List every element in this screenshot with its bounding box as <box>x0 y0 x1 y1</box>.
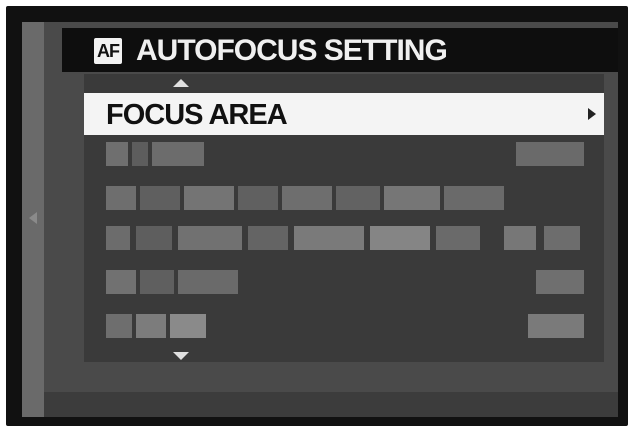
blurred-block <box>106 314 132 338</box>
triangle-up-icon[interactable] <box>173 79 189 87</box>
menu-item-label: FOCUS AREA <box>106 99 288 131</box>
blurred-block <box>248 226 288 250</box>
af-badge-icon: AF <box>94 38 122 64</box>
blurred-block <box>106 142 128 166</box>
blurred-block <box>170 314 206 338</box>
blurred-menu-item[interactable] <box>92 222 592 254</box>
chevron-right-icon <box>588 108 596 120</box>
blurred-block <box>282 186 332 210</box>
triangle-down-icon[interactable] <box>173 352 189 360</box>
blurred-block <box>132 142 148 166</box>
blurred-block <box>178 226 242 250</box>
blurred-block <box>516 142 584 166</box>
blurred-block <box>384 186 440 210</box>
blurred-block <box>106 186 136 210</box>
blurred-block <box>152 142 204 166</box>
blurred-block <box>336 186 380 210</box>
blurred-block <box>238 186 278 210</box>
blurred-block <box>528 314 584 338</box>
blurred-block <box>536 270 584 294</box>
blurred-block <box>294 226 364 250</box>
blurred-block <box>136 226 172 250</box>
blurred-block <box>140 270 174 294</box>
blurred-block <box>106 226 130 250</box>
triangle-left-icon[interactable] <box>29 212 37 224</box>
menu-title: AUTOFOCUS SETTING <box>136 34 448 67</box>
blurred-menu-item[interactable] <box>92 266 592 298</box>
blurred-block <box>504 226 536 250</box>
blurred-block <box>436 226 480 250</box>
blurred-block <box>184 186 234 210</box>
blurred-block <box>106 270 136 294</box>
blurred-menu-item[interactable] <box>92 310 592 342</box>
blurred-menu-item[interactable] <box>92 138 592 170</box>
blurred-block <box>178 270 238 294</box>
blurred-block <box>370 226 430 250</box>
blurred-menu-item[interactable] <box>92 182 592 214</box>
bottom-bar <box>44 392 618 417</box>
blurred-block <box>444 186 504 210</box>
blurred-block <box>544 226 580 250</box>
blurred-block <box>136 314 166 338</box>
blurred-block <box>140 186 180 210</box>
